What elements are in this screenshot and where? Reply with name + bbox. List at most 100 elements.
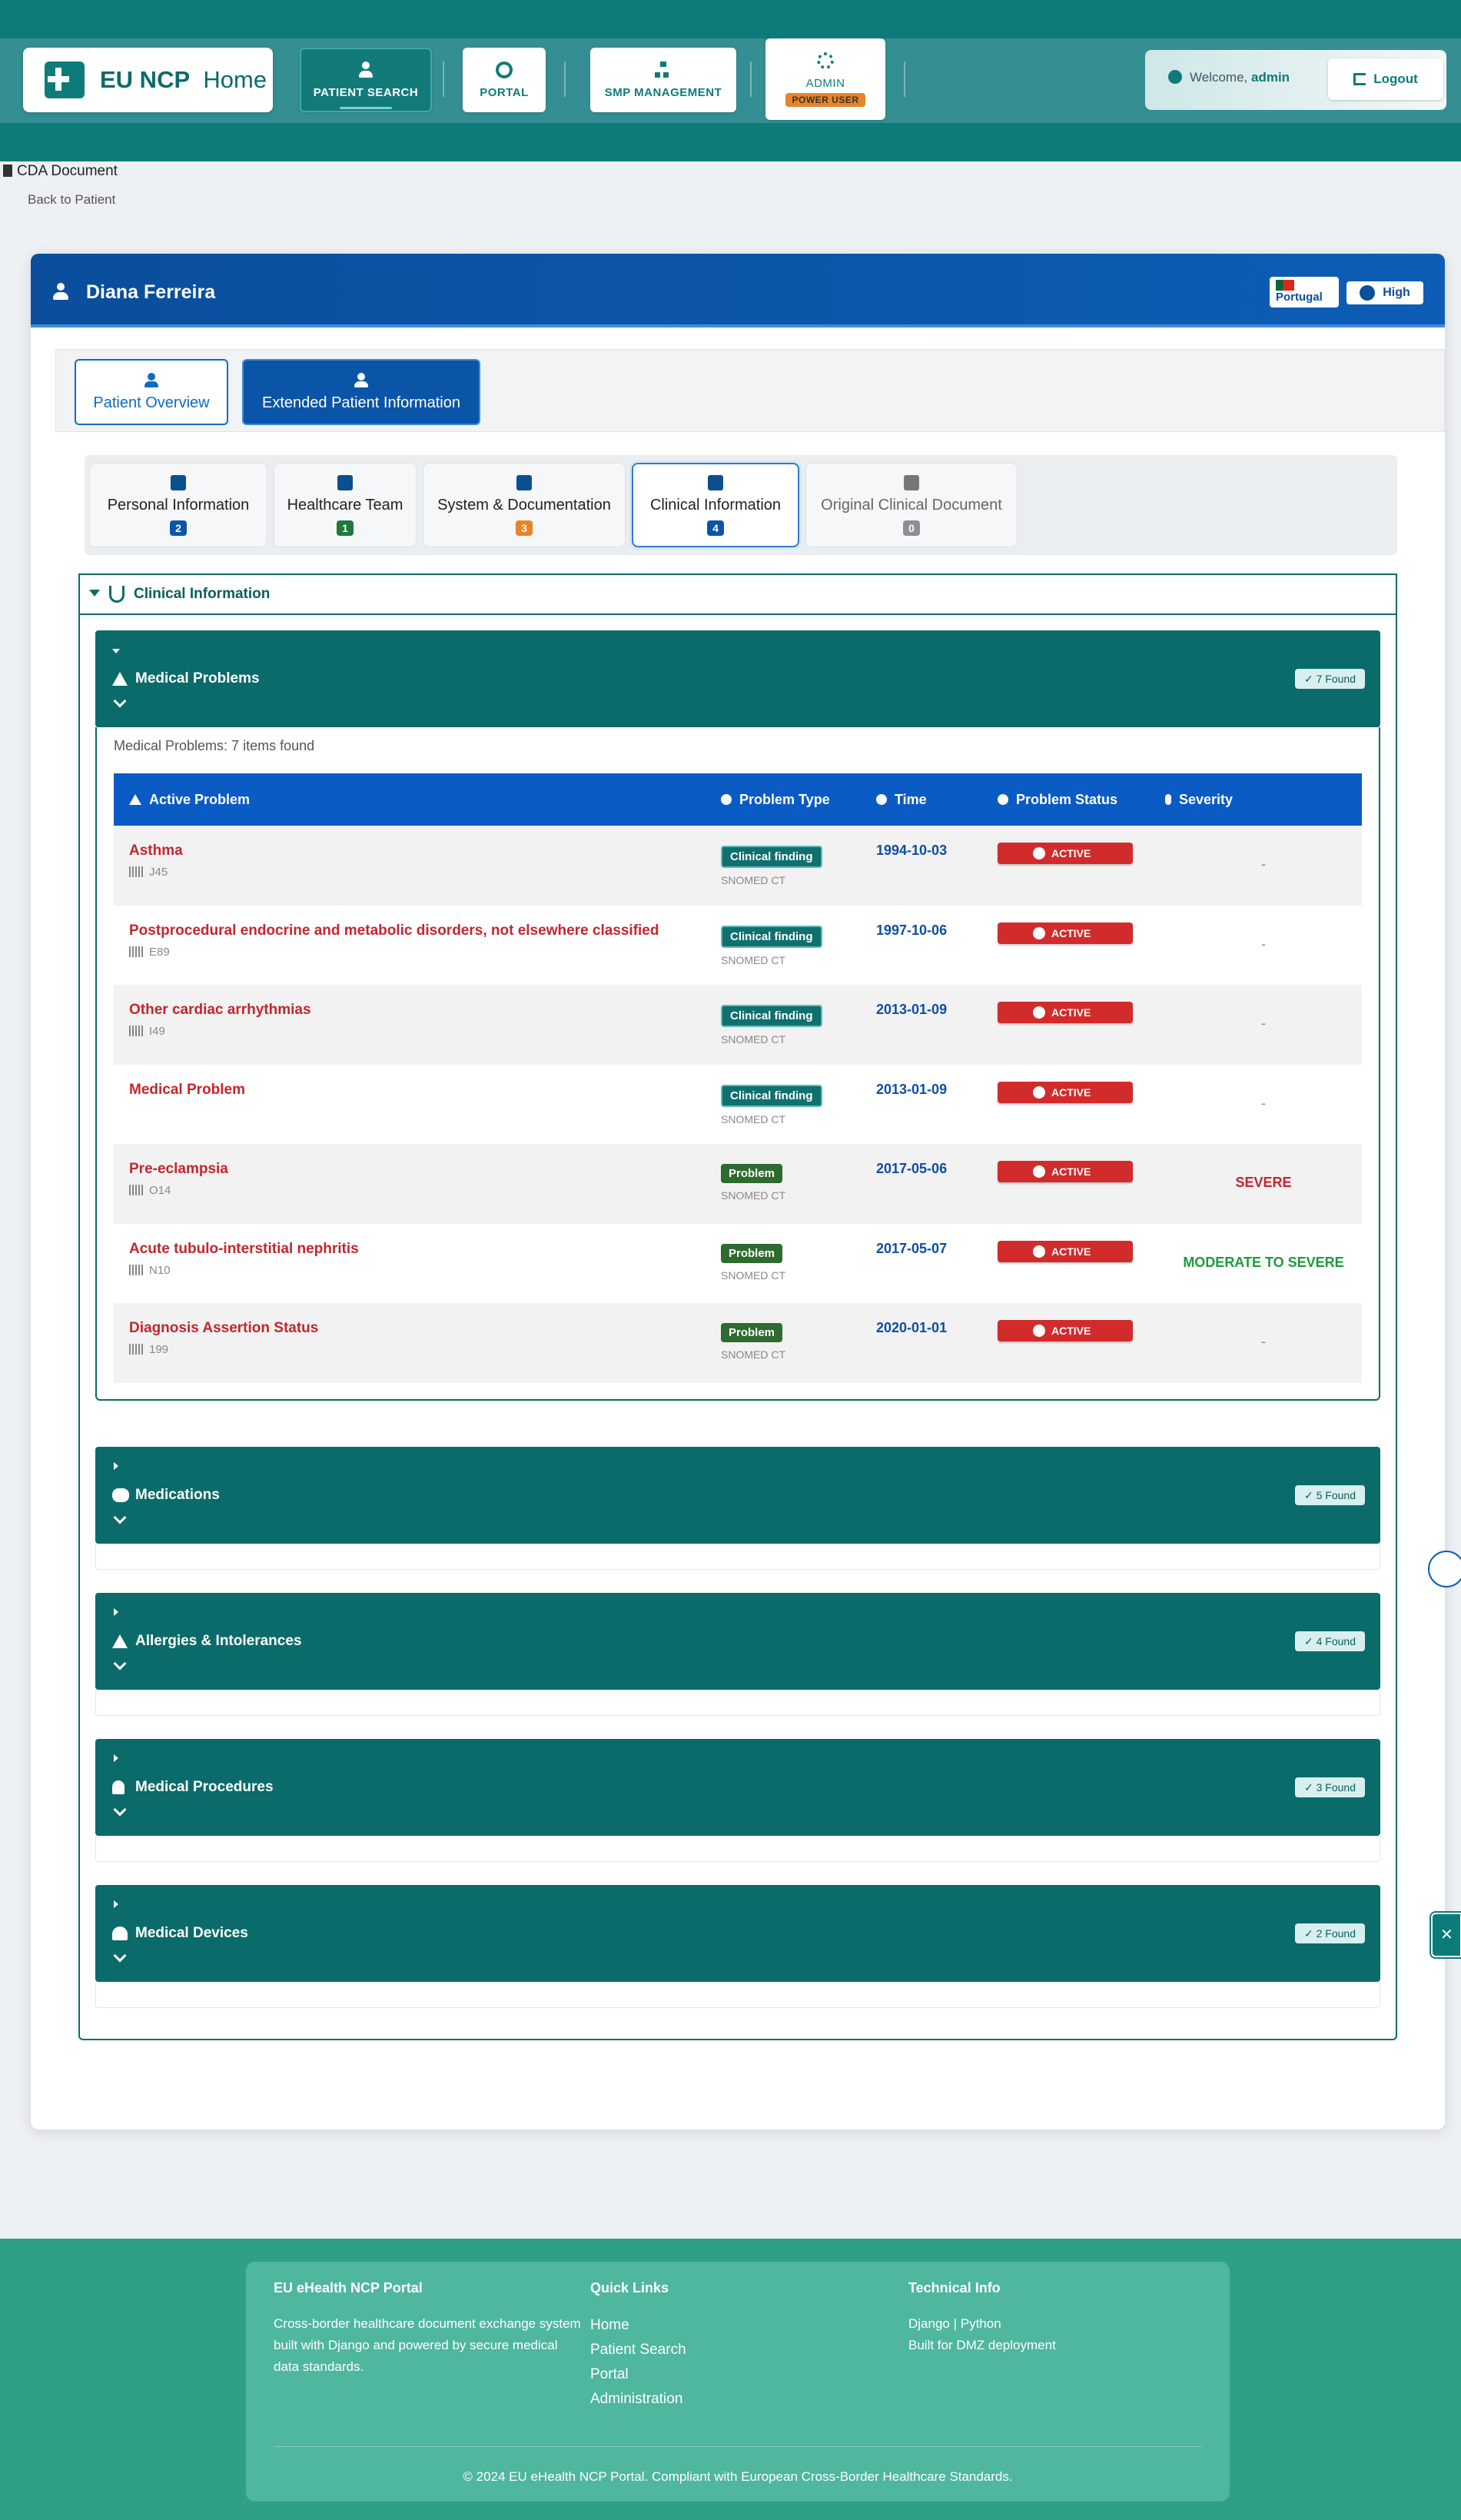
tab-extended-patient-information[interactable]: Extended Patient Information (242, 359, 480, 425)
problem-type-badge: Problem (721, 1323, 783, 1342)
problem-name: Other cardiac arrhythmias (129, 1002, 311, 1018)
tab-system-documentation[interactable]: System & Documentation 3 (423, 463, 626, 547)
exclamation-circle-icon (1033, 847, 1045, 859)
nav-divider (564, 62, 566, 97)
clinical-information-toggle[interactable]: Clinical Information (78, 573, 1397, 615)
problem-code: N10 (129, 1264, 721, 1277)
problem-status-cell: ACTIVE (998, 1081, 1165, 1103)
logout-button[interactable]: Logout (1328, 58, 1443, 100)
user-injured-icon (52, 283, 69, 301)
clock-icon (876, 794, 887, 805)
barcode-icon (129, 1026, 143, 1036)
section-title: Medications (135, 1487, 220, 1503)
nav-divider (904, 62, 905, 97)
problem-name: Medical Problem (129, 1081, 245, 1098)
footer-tech-deployment: Built for DMZ deployment (908, 2338, 1056, 2352)
footer-link-portal[interactable]: Portal (590, 2362, 867, 2387)
problem-name: Diagnosis Assertion Status (129, 1320, 319, 1336)
tab-label: Healthcare Team (287, 496, 403, 514)
problem-cell: Postprocedural endocrine and metabolic d… (114, 923, 721, 959)
code-system: SNOMED CT (721, 1033, 785, 1046)
pills-icon (112, 1488, 129, 1502)
extended-sub-tabs: Personal Information 2 Healthcare Team 1… (85, 455, 1397, 555)
problem-time: 2013-01-09 (876, 1002, 948, 1017)
scroll-indicator-button[interactable] (1428, 1551, 1461, 1587)
tab-clinical-information[interactable]: Clinical Information 4 (632, 463, 799, 547)
nav-patient-search-button[interactable]: PATIENT SEARCH (300, 48, 432, 112)
footer-link-home[interactable]: Home (590, 2313, 867, 2338)
problem-severity: - (1261, 1334, 1266, 1349)
problem-time-cell: 2020-01-01 (876, 1320, 998, 1336)
footer-quick-links: Quick Links Home Patient Search Portal A… (590, 2280, 867, 2412)
barcode-icon (129, 1264, 143, 1275)
problem-type-cell: Problem SNOMED CT (721, 1161, 876, 1202)
section-allergies-intolerances[interactable]: Allergies & Intolerances ✓ 4 Found (95, 1593, 1380, 1690)
problem-name: Acute tubulo-interstitial nephritis (129, 1240, 359, 1257)
problem-type-cell: Clinical finding SNOMED CT (721, 843, 876, 886)
barcode-icon (129, 1344, 143, 1355)
nav-portal-button[interactable]: PORTAL (463, 48, 546, 112)
code-system: SNOMED CT (721, 1268, 785, 1282)
problem-code: E89 (129, 946, 721, 959)
check-circle-icon (1360, 285, 1376, 301)
portugal-flag-icon (1276, 280, 1294, 291)
problem-severity: - (1261, 936, 1266, 952)
header-problem-status[interactable]: Problem Status (998, 792, 1165, 808)
table-row: Asthma J45 Clinical finding SNOMED CT 1994-1… (114, 826, 1362, 906)
table-row: Diagnosis Assertion Status 199 Problem SNOM… (114, 1303, 1362, 1383)
section-medical-problems[interactable]: Medical Problems ✓ 7 Found (95, 630, 1380, 727)
power-user-badge: POWER USER (785, 92, 865, 107)
medical-problems-table: Active Problem Problem Type Time Problem… (114, 773, 1362, 1383)
section-allergies-body (95, 1690, 1380, 1716)
section-medications[interactable]: Medications ✓ 5 Found (95, 1447, 1380, 1544)
page-title: CDA Document (3, 163, 118, 180)
problem-time-cell: 2017-05-07 (876, 1241, 998, 1257)
chevron-down-icon (113, 1803, 127, 1817)
nav-patient-search-label: PATIENT SEARCH (313, 85, 419, 99)
status-badge: ACTIVE (998, 843, 1133, 864)
exclamation-circle-icon (1033, 1165, 1045, 1178)
footer-link-patient-search[interactable]: Patient Search (590, 2338, 867, 2362)
notes-medical-icon (708, 474, 723, 490)
tab-personal-information[interactable]: Personal Information 2 (89, 463, 267, 547)
problem-type-cell: Clinical finding SNOMED CT (721, 923, 876, 966)
section-devices-body (95, 1982, 1380, 2008)
nav-smp-management-button[interactable]: SMP MANAGEMENT (590, 48, 736, 112)
back-to-patient-link[interactable]: Back to Patient (28, 192, 115, 208)
tab-healthcare-team[interactable]: Healthcare Team 1 (274, 463, 417, 547)
problem-type-badge: Clinical finding (721, 925, 822, 948)
nav-admin-button[interactable]: ADMIN POWER USER (765, 38, 885, 120)
warning-triangle-icon (129, 794, 141, 805)
found-count-badge: ✓ 3 Found (1295, 1777, 1365, 1797)
section-medical-devices[interactable]: Medical Devices ✓ 2 Found (95, 1885, 1380, 1982)
problem-type-badge: Clinical finding (721, 846, 822, 868)
nav-admin-label: ADMIN (805, 76, 845, 90)
tab-original-clinical-document[interactable]: Original Clinical Document 0 (805, 463, 1018, 547)
nav-portal-label: PORTAL (480, 85, 529, 99)
section-title: Medical Problems (135, 670, 260, 687)
sign-out-icon (1353, 73, 1366, 85)
debug-toolbar-toggle[interactable] (1431, 1913, 1461, 1957)
table-row: Other cardiac arrhythmias I49 Clinical fin… (114, 985, 1362, 1065)
footer-link-administration[interactable]: Administration (590, 2387, 867, 2412)
nav-smp-label: SMP MANAGEMENT (604, 85, 722, 99)
section-title: Allergies & Intolerances (135, 1633, 302, 1649)
tab-label: System & Documentation (437, 496, 611, 514)
problem-cell: Asthma J45 (114, 843, 721, 879)
problem-status-cell: ACTIVE (998, 1320, 1165, 1341)
header-severity[interactable]: Severity (1165, 792, 1362, 808)
logout-label: Logout (1373, 71, 1418, 86)
section-medical-procedures[interactable]: Medical Procedures ✓ 3 Found (95, 1739, 1380, 1836)
info-circle-icon (998, 794, 1008, 805)
problem-cell: Acute tubulo-interstitial nephritis N10 (114, 1241, 721, 1277)
header-active-problem[interactable]: Active Problem (114, 792, 721, 808)
tab-label: Personal Information (107, 496, 250, 514)
medical-user-icon (45, 62, 85, 98)
chevron-down-icon (113, 1657, 127, 1671)
header-problem-type[interactable]: Problem Type (721, 792, 876, 808)
brand-home-link[interactable]: EU NCP Home (23, 48, 273, 112)
header-time[interactable]: Time (876, 792, 998, 808)
status-badge: ACTIVE (998, 1240, 1133, 1262)
exclamation-circle-icon (1033, 1006, 1045, 1019)
tab-patient-overview[interactable]: Patient Overview (75, 359, 228, 425)
